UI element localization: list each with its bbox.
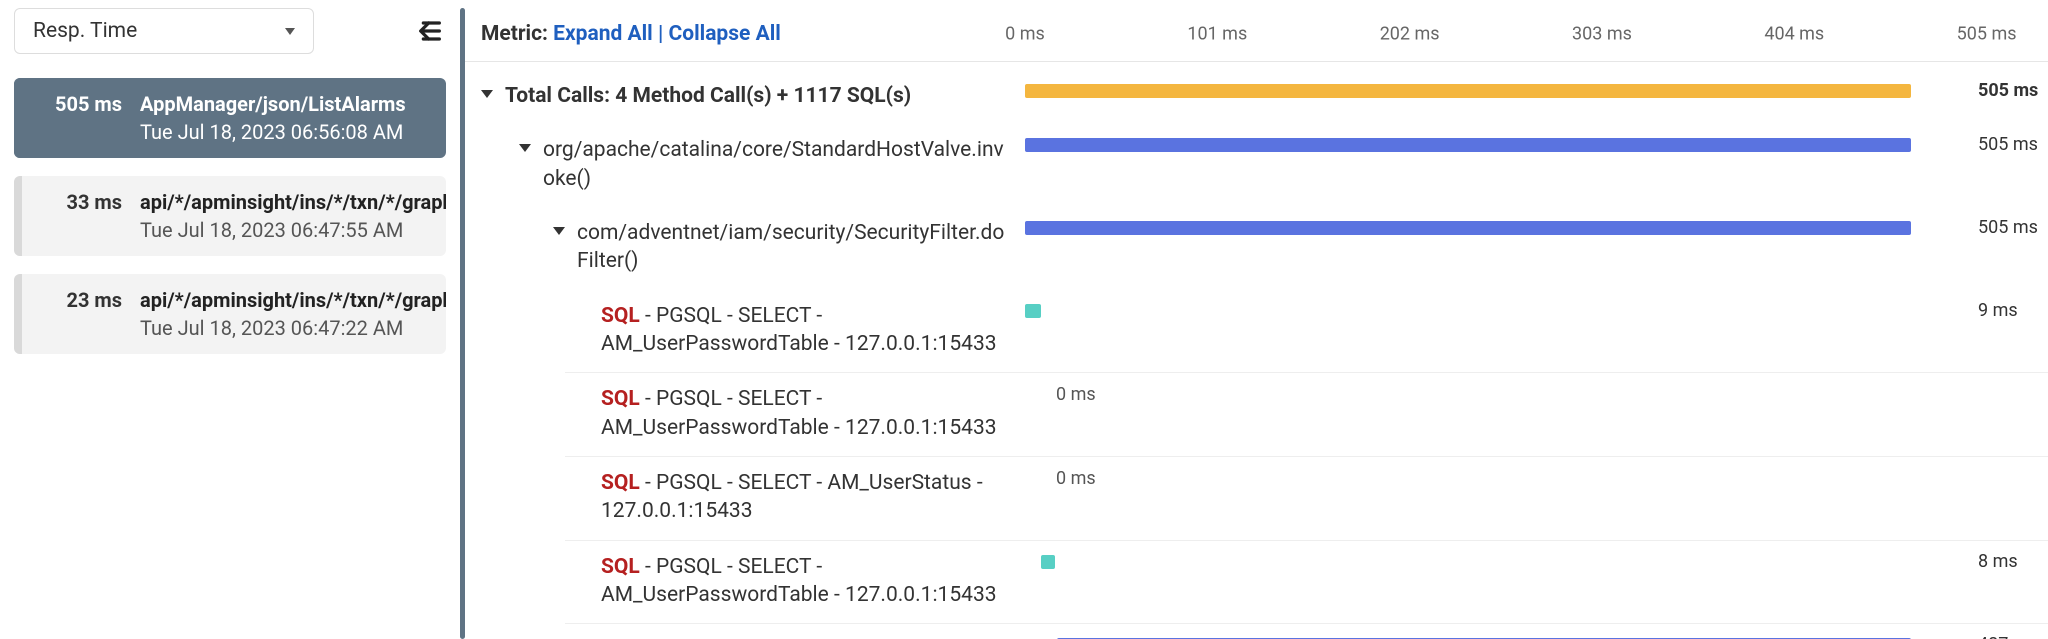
trace-row: com/adventnet/iam/security/SecurityFilte… (465, 207, 2048, 290)
accent-bar (14, 274, 22, 354)
sql-call-label: SQL - PGSQL - SELECT - AM_UserPasswordTa… (601, 302, 1015, 359)
sql-call-label: SQL - PGSQL - SELECT - AM_UserStatus - 1… (601, 469, 1015, 526)
trace-label-cell: Total Calls: 4 Method Call(s) + 1117 SQL… (465, 82, 1025, 110)
sql-call-label: SQL - PGSQL - SELECT - AM_UserPasswordTa… (601, 385, 1015, 442)
sidebar: Resp. Time 505 ms AppManager/json/ListAla… (0, 0, 460, 639)
timeline-ticks: 0 ms101 ms202 ms303 ms404 ms505 ms (1025, 6, 2048, 61)
duration-bar (1025, 304, 1041, 318)
method-call-label: Total Calls: 4 Method Call(s) + 1117 SQL… (505, 82, 1015, 110)
transaction-item[interactable]: 505 ms AppManager/json/ListAlarms Tue Jul … (14, 78, 446, 158)
bar-track (1025, 555, 1968, 569)
accent-bar (14, 78, 22, 158)
trace-label-cell: com/adventnet/iam/security/SecurityFilte… (465, 219, 1025, 276)
sql-tag: SQL (601, 304, 640, 328)
collapse-left-icon (410, 15, 442, 47)
trace-bar-cell: 9 ms (1025, 302, 2048, 318)
trace-bar-cell: 0 ms. (1025, 385, 2048, 401)
timeline-tick: 505 ms (1957, 23, 2017, 44)
duration-label: 9 ms (1968, 304, 2048, 318)
trace-bar-cell: 505 ms (1025, 136, 2048, 152)
trace-bar-cell: 0 ms. (1025, 469, 2048, 485)
collapse-sidebar-button[interactable] (406, 11, 446, 51)
trace-row: SQL - PGSQL - SELECT - AM_UserPasswordTa… (465, 373, 2048, 456)
trace-bar-cell: 8 ms (1025, 553, 2048, 569)
timeline-tick: 0 ms (1005, 23, 1045, 44)
bar-track (1025, 138, 1968, 152)
expand-all-link[interactable]: Expand All (553, 22, 653, 46)
transaction-timestamp: Tue Jul 18, 2023 06:47:22 AM (140, 316, 446, 340)
resp-time-value: 505 ms (22, 78, 132, 158)
duration-bar (1025, 221, 1911, 235)
bar-track: 0 ms (1025, 387, 1968, 401)
expand-caret-icon[interactable] (519, 144, 531, 152)
timeline-tick: 202 ms (1380, 23, 1440, 44)
bar-track (1025, 304, 1968, 318)
trace-row: org/apache/catalina/core/StandardHostVal… (465, 124, 2048, 207)
trace-label-cell: SQL - PGSQL - SELECT - AM_UserPasswordTa… (465, 302, 1025, 359)
duration-label: 505 ms (1968, 221, 2048, 235)
trace-row: SQL - PGSQL - SELECT - AM_UserPasswordTa… (465, 541, 2048, 624)
method-call-label: com/adventnet/iam/security/SecurityFilte… (577, 219, 1015, 276)
bar-track: 0 ms (1025, 471, 1968, 485)
duration-label: 0 ms (1056, 468, 1096, 489)
duration-label: 0 ms (1056, 384, 1096, 405)
collapse-all-link[interactable]: Collapse All (668, 22, 780, 46)
sql-tag: SQL (601, 555, 640, 579)
duration-label: 505 ms (1968, 84, 2048, 98)
expand-caret-icon[interactable] (553, 227, 565, 235)
transaction-title: api/*/apminsight/ins/*/txn/*/graph/https… (140, 190, 446, 214)
transaction-item[interactable]: 23 ms api/*/apminsight/ins/*/txn/*/graph/… (14, 274, 446, 354)
trace-body: Total Calls: 4 Method Call(s) + 1117 SQL… (465, 62, 2048, 639)
duration-bar (1041, 555, 1055, 569)
duration-label: 505 ms (1968, 138, 2048, 152)
timeline-tick: 101 ms (1187, 23, 1247, 44)
pipe-separator: | (653, 22, 669, 46)
metric-controls: Metric: Expand All | Collapse All (465, 22, 1025, 46)
trace-bar-cell: 505 ms (1025, 219, 2048, 235)
accent-bar (14, 176, 22, 256)
expand-caret-icon[interactable] (481, 90, 493, 98)
trace-row: SQL - PGSQL - SELECT - AM_UserStatus - 1… (465, 457, 2048, 540)
trace-row: com/adventnet/appmanager/filter/AAMFilte… (465, 624, 2048, 639)
trace-panel: Metric: Expand All | Collapse All 0 ms 10… (465, 0, 2048, 639)
sql-tag: SQL (601, 387, 640, 411)
transaction-title: api/*/apminsight/ins/*/txn/*/graph/https… (140, 288, 446, 312)
trace-label-cell: SQL - PGSQL - SELECT - AM_UserPasswordTa… (465, 385, 1025, 442)
timeline-header: Metric: Expand All | Collapse All 0 ms 10… (465, 6, 2048, 62)
transaction-timestamp: Tue Jul 18, 2023 06:47:55 AM (140, 218, 446, 242)
metric-dropdown[interactable]: Resp. Time (14, 8, 314, 54)
transaction-title: AppManager/json/ListAlarms (140, 92, 430, 116)
trace-row: SQL - PGSQL - SELECT - AM_UserPasswordTa… (465, 290, 2048, 373)
method-call-label: org/apache/catalina/core/StandardHostVal… (543, 136, 1015, 193)
duration-bar (1025, 138, 1911, 152)
metric-label: Metric: (481, 22, 548, 46)
transaction-timestamp: Tue Jul 18, 2023 06:56:08 AM (140, 120, 430, 144)
trace-bar-cell: 505 ms (1025, 82, 2048, 98)
trace-label-cell: org/apache/catalina/core/StandardHostVal… (465, 136, 1025, 193)
resp-time-value: 33 ms (22, 176, 132, 256)
duration-bar (1025, 84, 1911, 98)
timeline-tick: 404 ms (1764, 23, 1824, 44)
trace-total-row: Total Calls: 4 Method Call(s) + 1117 SQL… (465, 70, 2048, 124)
chevron-down-icon (285, 28, 295, 35)
trace-label-cell: SQL - PGSQL - SELECT - AM_UserStatus - 1… (465, 469, 1025, 526)
sql-tag: SQL (601, 471, 640, 495)
transaction-list: 505 ms AppManager/json/ListAlarms Tue Jul … (14, 78, 446, 354)
metric-dropdown-label: Resp. Time (33, 19, 137, 43)
trace-label-cell: SQL - PGSQL - SELECT - AM_UserPasswordTa… (465, 553, 1025, 610)
bar-track (1025, 221, 1968, 235)
bar-track (1025, 84, 1968, 98)
timeline-tick: 303 ms (1572, 23, 1632, 44)
sql-call-label: SQL - PGSQL - SELECT - AM_UserPasswordTa… (601, 553, 1015, 610)
transaction-item[interactable]: 33 ms api/*/apminsight/ins/*/txn/*/graph/… (14, 176, 446, 256)
resp-time-value: 23 ms (22, 274, 132, 354)
duration-label: 8 ms (1968, 555, 2048, 569)
